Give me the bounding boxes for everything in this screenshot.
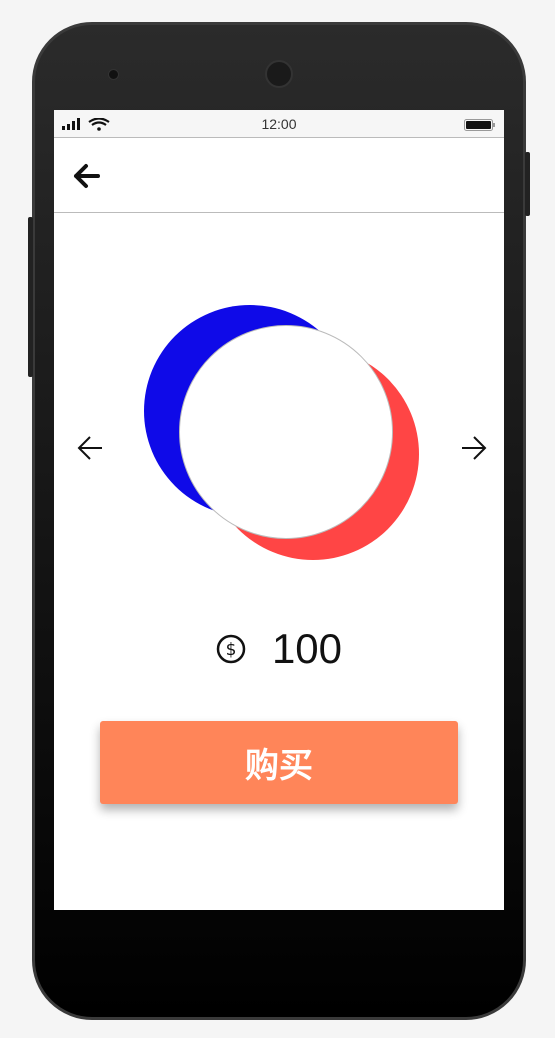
price-value: 100 [271, 625, 343, 672]
back-arrow-icon[interactable] [72, 162, 104, 190]
front-camera [108, 69, 119, 80]
svg-text:$: $ [226, 640, 237, 660]
dollar-circle-icon: $ [216, 634, 246, 664]
previous-arrow-icon[interactable] [76, 434, 106, 462]
product-image-circle [179, 325, 393, 539]
price-row: $ 100 [54, 625, 504, 673]
status-bar: 12:00 [54, 110, 504, 138]
volume-button [28, 217, 33, 377]
buy-button[interactable]: 购买 [100, 721, 458, 804]
app-bar [54, 138, 504, 213]
power-button [525, 152, 530, 216]
status-time: 12:00 [261, 116, 297, 132]
screen: 12:00 $ 100 购买 [54, 110, 504, 910]
earpiece-speaker [265, 60, 293, 88]
next-arrow-icon[interactable] [459, 434, 489, 462]
battery-icon [464, 119, 495, 131]
